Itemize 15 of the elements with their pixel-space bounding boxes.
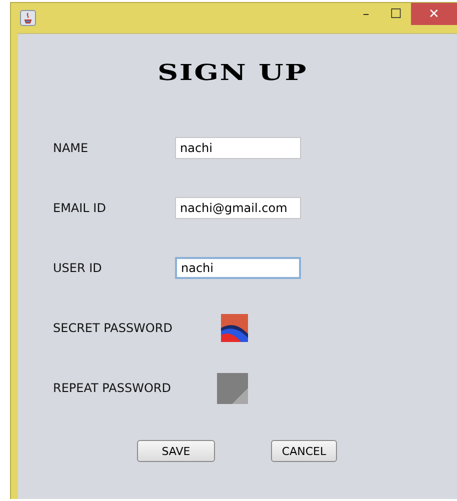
minimize-button[interactable]: – <box>351 3 381 25</box>
dialog-button[interactable]: SAVE <box>137 440 215 462</box>
field-label: EMAIL ID <box>53 201 107 215</box>
field-label: NAME <box>53 141 90 155</box>
close-button[interactable]: ✕ <box>411 3 457 25</box>
dialog-button[interactable]: CANCEL <box>271 440 337 462</box>
heading: SIGN UP <box>156 59 309 86</box>
field-label: REPEAT PASSWORD <box>53 381 172 395</box>
input-field[interactable]: nachi@gmail.com <box>175 197 301 219</box>
app-icon <box>20 10 36 26</box>
field-label: SECRET PASSWORD <box>53 321 174 335</box>
field-label: USER ID <box>53 261 103 275</box>
input-field[interactable]: nachi <box>175 137 301 159</box>
input-field[interactable]: nachi <box>175 257 301 279</box>
maximize-button[interactable]: ☐ <box>381 3 411 25</box>
